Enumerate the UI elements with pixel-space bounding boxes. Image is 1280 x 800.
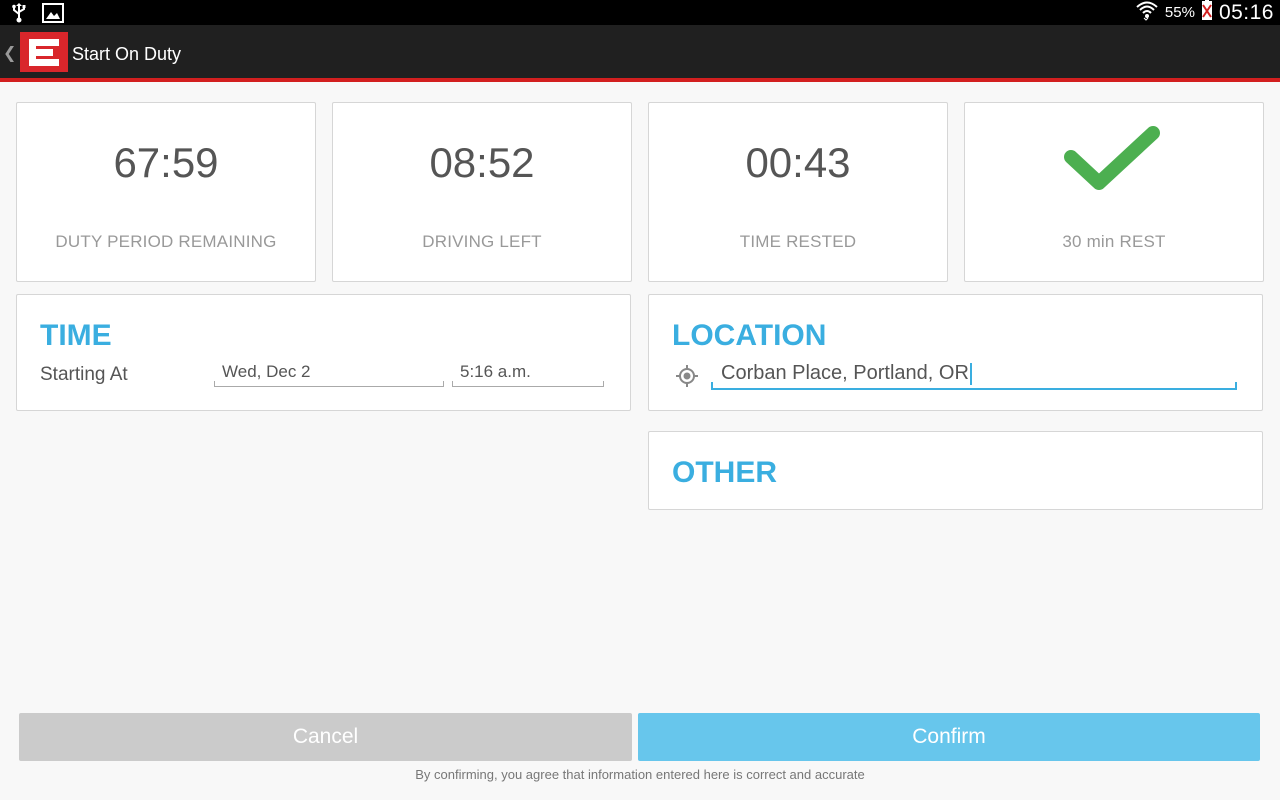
- gps-locate-icon[interactable]: [674, 363, 700, 394]
- time-picker-field[interactable]: 5:16 a.m.: [452, 361, 604, 387]
- checkmark-icon: [1063, 125, 1163, 202]
- clock: 05:16: [1218, 0, 1274, 24]
- driving-left-card: 08:52 DRIVING LEFT: [332, 102, 632, 282]
- time-panel: TIME Starting At Wed, Dec 2 5:16 a.m.: [16, 294, 631, 411]
- driving-left-label: DRIVING LEFT: [422, 232, 542, 251]
- cancel-button[interactable]: Cancel: [19, 713, 632, 761]
- time-rested-card: 00:43 TIME RESTED: [648, 102, 948, 282]
- back-chevron-icon[interactable]: ❮: [3, 43, 16, 63]
- time-rested-value: 00:43: [745, 139, 851, 186]
- date-picker-field[interactable]: Wed, Dec 2: [214, 361, 444, 387]
- time-rested-label: TIME RESTED: [739, 232, 857, 251]
- location-panel: LOCATION Corban Place, Portland, OR: [648, 294, 1263, 411]
- other-panel[interactable]: OTHER: [648, 431, 1263, 510]
- status-bar: 55% 05:16: [0, 0, 1280, 25]
- page-title: Start On Duty: [72, 44, 182, 64]
- app-logo[interactable]: [20, 32, 68, 72]
- confirm-button[interactable]: Confirm: [638, 713, 1260, 761]
- other-panel-title: OTHER: [672, 456, 777, 489]
- rest-card: 30 min REST: [964, 102, 1264, 282]
- wifi-icon: [1135, 0, 1159, 26]
- duty-period-value: 67:59: [113, 139, 219, 186]
- battery-icon: [1201, 0, 1213, 26]
- duty-period-card: 67:59 DUTY PERIOD REMAINING: [16, 102, 316, 282]
- location-input[interactable]: Corban Place, Portland, OR: [711, 358, 1237, 390]
- battery-percent: 55%: [1164, 4, 1195, 21]
- duty-period-label: DUTY PERIOD REMAINING: [55, 232, 277, 251]
- text-cursor: [969, 362, 972, 385]
- disclaimer-text: By confirming, you agree that informatio…: [415, 767, 865, 782]
- time-panel-title: TIME: [40, 319, 112, 352]
- location-input-text: Corban Place, Portland, OR: [721, 362, 969, 384]
- rest-label: 30 min REST: [1062, 232, 1166, 251]
- status-bar-right: 55% 05:16: [1135, 0, 1274, 25]
- starting-at-label: Starting At: [40, 364, 128, 385]
- driving-left-value: 08:52: [429, 139, 535, 186]
- action-bar: ❮ Start On Duty: [0, 25, 1280, 82]
- location-panel-title: LOCATION: [672, 319, 827, 352]
